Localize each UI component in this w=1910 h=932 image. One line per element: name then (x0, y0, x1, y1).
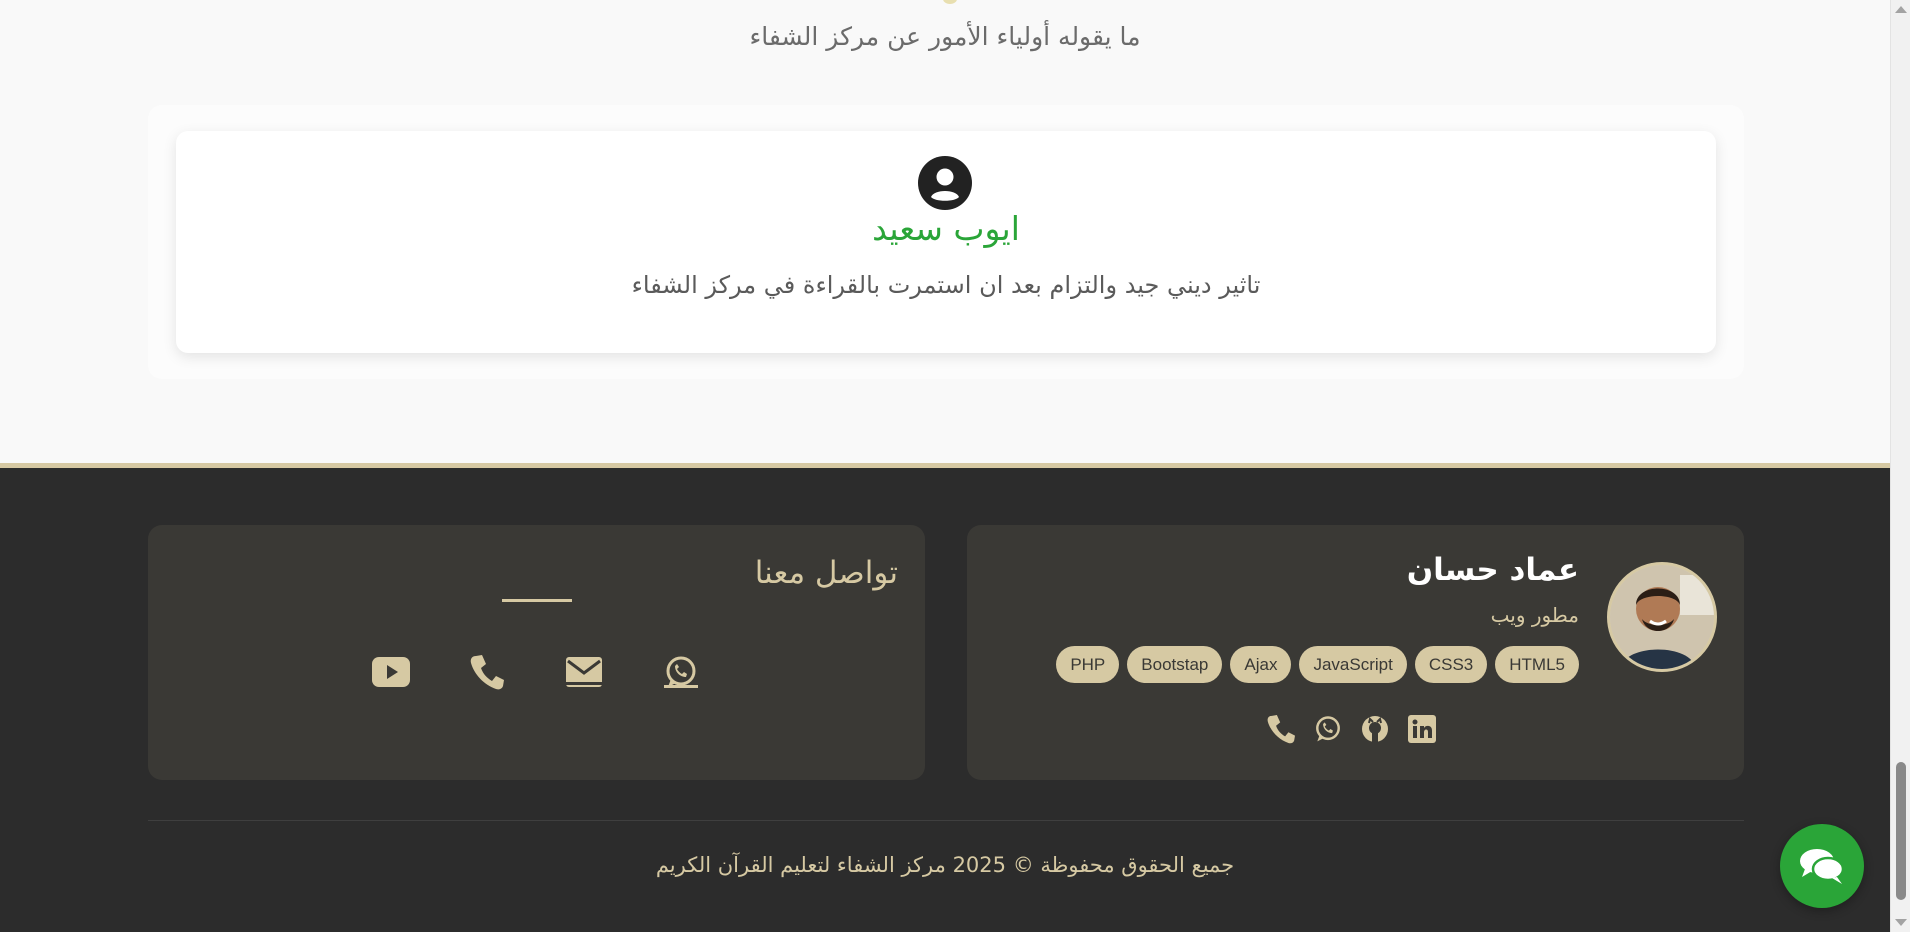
testimonial-name: ايوب سعيد (872, 209, 1020, 248)
phone-icon[interactable] (467, 652, 507, 692)
testimonial-slider[interactable]: ايوب سعيد تاثير ديني جيد والتزام بعد ان … (148, 105, 1744, 379)
developer-avatar (1607, 562, 1717, 672)
github-icon[interactable] (1360, 714, 1390, 744)
skill-badge: HTML5 (1495, 646, 1579, 683)
whatsapp-icon[interactable] (1313, 714, 1343, 744)
skill-badge: JavaScript (1299, 646, 1407, 683)
envelope-icon[interactable] (564, 652, 604, 692)
vertical-scrollbar[interactable] (1890, 0, 1910, 932)
contact-card: تواصل معنا (148, 525, 925, 780)
phone-icon[interactable] (1266, 714, 1296, 744)
linkedin-icon[interactable] (1407, 714, 1437, 744)
skills-list: HTML5 CSS3 JavaScript Ajax Bootstap PHP (1056, 646, 1579, 683)
skill-badge: PHP (1056, 646, 1120, 683)
footer: تواصل معنا عماد حسان مطور ويب HTML5 CSS3… (0, 463, 1890, 932)
scrollbar-thumb[interactable] (1896, 762, 1906, 900)
section-subtitle: ما يقوله أولياء الأمور عن مركز الشفاء (749, 22, 1141, 51)
page: ما يقوله أولياء الأمور عن مركز الشفاء اي… (0, 0, 1890, 932)
testimonial-card: ايوب سعيد تاثير ديني جيد والتزام بعد ان … (176, 131, 1716, 353)
testimonial-text: تاثير ديني جيد والتزام بعد ان استمرت بال… (631, 271, 1261, 299)
skill-badge: Bootstap (1127, 646, 1223, 683)
skill-badge: Ajax (1230, 646, 1292, 683)
title-underline (502, 599, 572, 602)
youtube-icon[interactable] (371, 652, 411, 692)
scroll-up-arrow-icon[interactable] (1895, 6, 1907, 13)
contact-title: تواصل معنا (754, 555, 898, 591)
section-ornament (943, 0, 957, 4)
developer-social-links (1266, 714, 1437, 744)
developer-name: عماد حسان (1406, 552, 1579, 588)
scroll-down-arrow-icon[interactable] (1895, 919, 1907, 926)
footer-divider (148, 820, 1744, 821)
developer-card: عماد حسان مطور ويب HTML5 CSS3 JavaScript… (967, 525, 1744, 780)
whatsapp-icon[interactable] (661, 652, 701, 692)
chat-button[interactable] (1780, 824, 1864, 908)
chat-bubbles-icon (1800, 849, 1845, 884)
copyright-text: جميع الحقوق محفوظة © 2025 مركز الشفاء لت… (655, 853, 1235, 877)
developer-role: مطور ويب (1490, 603, 1579, 627)
user-circle-icon (918, 156, 972, 210)
testimonials-section: ما يقوله أولياء الأمور عن مركز الشفاء اي… (0, 0, 1890, 463)
skill-badge: CSS3 (1414, 646, 1488, 683)
